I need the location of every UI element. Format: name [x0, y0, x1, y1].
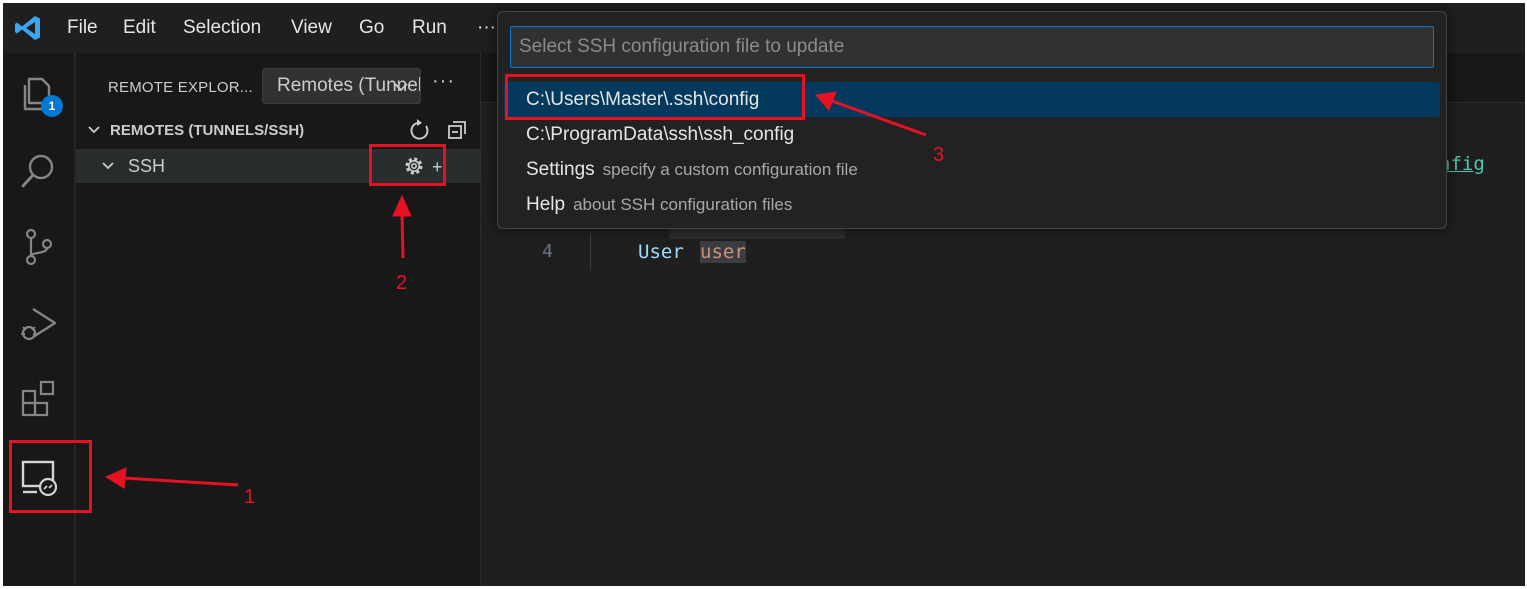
search-icon[interactable] [17, 149, 61, 193]
menu-run[interactable]: Run [412, 17, 447, 39]
quick-pick-item-text: Settings specify a custom configuration f… [526, 159, 858, 181]
quick-pick-item-label: Help [526, 194, 566, 215]
quick-pick-item-text: Help about SSH configuration files [526, 194, 792, 216]
remote-explorer-sidebar: REMOTE EXPLOR... Remotes (Tunnels/SSH) ·… [76, 53, 481, 586]
quick-pick-dialog: C:\Users\Master\.ssh\config C:\ProgramDa… [497, 11, 1447, 229]
indent-guide [590, 233, 591, 269]
section-label: REMOTES (TUNNELS/SSH) [110, 122, 305, 139]
menu-edit[interactable]: Edit [123, 17, 156, 39]
remotes-section-header[interactable]: REMOTES (TUNNELS/SSH) [76, 115, 481, 145]
more-actions-icon[interactable]: ··· [432, 70, 455, 93]
chevron-down-icon [394, 83, 408, 92]
refresh-icon[interactable] [408, 118, 432, 142]
annotation-number-2: 2 [396, 272, 408, 294]
vscode-logo-icon [15, 16, 40, 40]
annotation-number-1: 1 [244, 486, 256, 508]
menu-more[interactable]: ··· [477, 17, 496, 39]
extensions-icon[interactable] [17, 377, 61, 421]
quick-pick-item[interactable]: Settings specify a custom configuration f… [504, 152, 1440, 187]
source-control-icon[interactable] [17, 225, 61, 269]
quick-pick-item-label: Settings [526, 159, 595, 180]
line-number: 4 [542, 241, 553, 262]
ssh-label: SSH [128, 156, 166, 176]
quick-pick-item-description: about SSH configuration files [573, 195, 793, 214]
menu-go[interactable]: Go [359, 17, 384, 39]
chevron-down-icon [88, 126, 100, 134]
quick-pick-item-description: specify a custom configuration file [602, 160, 858, 179]
quick-pick-item-label: C:\ProgramData\ssh\ssh_config [526, 124, 795, 145]
sidebar-title: REMOTE EXPLOR... [108, 79, 253, 96]
run-debug-icon[interactable] [17, 301, 61, 345]
annotation-box-3 [505, 74, 805, 120]
remotes-dropdown[interactable]: Remotes (Tunnels/SSH) [262, 68, 421, 104]
annotation-box-2 [369, 144, 446, 186]
menu-selection[interactable]: Selection [183, 17, 261, 39]
menu-view[interactable]: View [291, 17, 332, 39]
code-keyword[interactable]: User [638, 241, 684, 263]
code-value[interactable]: user [700, 241, 746, 263]
collapse-all-icon[interactable] [446, 119, 468, 141]
quick-pick-item[interactable]: Help about SSH configuration files [504, 187, 1440, 222]
quick-pick-item[interactable]: C:\ProgramData\ssh\ssh_config [504, 117, 1440, 152]
explorer-badge: 1 [41, 95, 63, 117]
annotation-number-3: 3 [933, 144, 945, 166]
chevron-down-icon [102, 162, 114, 170]
menu-file[interactable]: File [67, 17, 98, 39]
ssh-config-input[interactable] [510, 26, 1434, 68]
annotation-box-1 [9, 440, 92, 513]
